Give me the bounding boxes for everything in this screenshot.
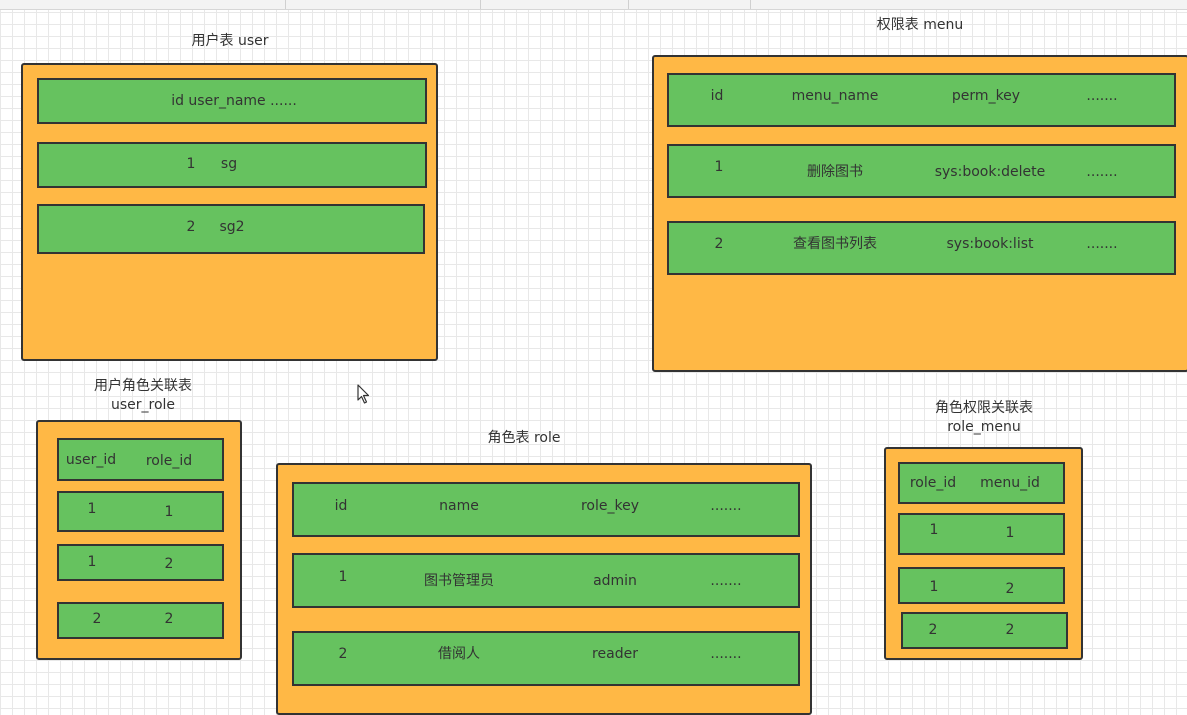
- user-table-row[interactable]: 2 sg2: [37, 204, 425, 254]
- role-id-cell: 2: [338, 646, 348, 662]
- role-menu-table-title-line1: 角色权限关联表: [935, 400, 1033, 416]
- user-id-cell: 2: [186, 219, 196, 235]
- user-role-user-id-cell: 1: [87, 501, 97, 517]
- menu-table-row[interactable]: 1 删除图书 sys:book:delete .......: [667, 144, 1176, 198]
- role-more-cell: .......: [710, 646, 742, 662]
- user-id-cell: 1: [186, 156, 196, 172]
- role-menu-menu-id-cell: 2: [1005, 622, 1015, 638]
- role-table-row[interactable]: 1 图书管理员 admin .......: [292, 553, 800, 608]
- toolbar-divider: [750, 0, 751, 9]
- role-table-box[interactable]: id name role_key ....... 1 图书管理员 admin .…: [276, 463, 812, 715]
- user-header-cell: id user_name ......: [171, 93, 297, 109]
- role-menu-menu-id-cell: 2: [1005, 581, 1015, 597]
- toolbar-divider: [628, 0, 629, 9]
- menu-id-cell: 1: [714, 159, 724, 175]
- role-table-title: 角色表 role: [487, 430, 561, 446]
- user-role-user-id-cell: 2: [92, 611, 102, 627]
- role-header-more-cell: .......: [710, 498, 742, 514]
- menu-name-cell: 查看图书列表: [793, 236, 877, 252]
- role-key-cell: reader: [592, 646, 638, 662]
- toolbar-divider: [480, 0, 481, 9]
- user-role-header-row[interactable]: user_id role_id: [57, 438, 224, 481]
- role-table-header-row[interactable]: id name role_key .......: [292, 482, 800, 537]
- user-role-header-role-id-cell: role_id: [145, 453, 193, 469]
- user-table-title: 用户表 user: [191, 33, 269, 49]
- role-menu-role-id-cell: 2: [928, 622, 938, 638]
- role-menu-role-id-cell: 1: [929, 579, 939, 595]
- menu-table-row[interactable]: 2 查看图书列表 sys:book:list .......: [667, 221, 1176, 275]
- menu-name-cell: 删除图书: [807, 164, 863, 180]
- toolbar-divider: [285, 0, 286, 9]
- user-role-row[interactable]: 2 2: [57, 602, 224, 639]
- user-role-table-box[interactable]: user_id role_id 1 1 1 2 2 2: [36, 420, 242, 660]
- user-role-table-title-line2: user_role: [110, 397, 176, 413]
- menu-table-title: 权限表 menu: [876, 17, 964, 33]
- user-role-table-title-line1: 用户角色关联表: [94, 378, 192, 394]
- role-name-cell: 借阅人: [438, 646, 480, 662]
- role-menu-header-row[interactable]: role_id menu_id: [898, 462, 1065, 504]
- role-id-cell: 1: [338, 569, 348, 585]
- role-more-cell: .......: [710, 573, 742, 589]
- user-table-row[interactable]: 1 sg: [37, 142, 427, 188]
- role-menu-header-role-id-cell: role_id: [909, 475, 957, 491]
- role-menu-role-id-cell: 1: [929, 522, 939, 538]
- role-menu-table-box[interactable]: role_id menu_id 1 1 1 2 2 2: [884, 447, 1083, 660]
- role-table-row[interactable]: 2 借阅人 reader .......: [292, 631, 800, 686]
- menu-more-cell: .......: [1086, 164, 1118, 180]
- user-name-cell: sg: [220, 156, 238, 172]
- user-role-header-user-id-cell: user_id: [65, 452, 117, 468]
- menu-header-id-cell: id: [710, 88, 724, 104]
- role-header-name-cell: name: [439, 498, 479, 514]
- role-header-id-cell: id: [334, 498, 348, 514]
- menu-header-more-cell: .......: [1086, 88, 1118, 104]
- user-table-box[interactable]: id user_name ...... 1 sg 2 sg2: [21, 63, 438, 361]
- menu-more-cell: .......: [1086, 236, 1118, 252]
- user-role-role-id-cell: 1: [164, 504, 174, 520]
- menu-table-header-row[interactable]: id menu_name perm_key .......: [667, 73, 1176, 127]
- role-menu-table-title-line2: role_menu: [947, 419, 1021, 435]
- top-toolbar-strip: [0, 0, 1187, 10]
- role-menu-menu-id-cell: 1: [1005, 525, 1015, 541]
- user-role-row[interactable]: 1 2: [57, 544, 224, 581]
- role-key-cell: admin: [593, 573, 637, 589]
- user-role-role-id-cell: 2: [164, 556, 174, 572]
- menu-perm-cell: sys:book:delete: [934, 164, 1046, 180]
- menu-header-perm-cell: perm_key: [951, 88, 1021, 104]
- role-menu-row[interactable]: 1 1: [898, 513, 1065, 555]
- mouse-pointer-icon: [357, 384, 370, 404]
- user-role-row[interactable]: 1 1: [57, 491, 224, 532]
- role-menu-row[interactable]: 2 2: [901, 612, 1068, 649]
- user-role-user-id-cell: 1: [87, 554, 97, 570]
- role-name-cell: 图书管理员: [424, 573, 494, 589]
- menu-perm-cell: sys:book:list: [946, 236, 1034, 252]
- role-menu-header-menu-id-cell: menu_id: [980, 475, 1040, 491]
- menu-table-box[interactable]: id menu_name perm_key ....... 1 删除图书 sys…: [652, 55, 1187, 372]
- menu-header-name-cell: menu_name: [791, 88, 879, 104]
- user-name-cell: sg2: [219, 219, 245, 235]
- role-header-key-cell: role_key: [580, 498, 640, 514]
- user-role-role-id-cell: 2: [164, 611, 174, 627]
- role-menu-row[interactable]: 1 2: [898, 567, 1065, 604]
- menu-id-cell: 2: [714, 236, 724, 252]
- user-table-header-row[interactable]: id user_name ......: [37, 78, 427, 124]
